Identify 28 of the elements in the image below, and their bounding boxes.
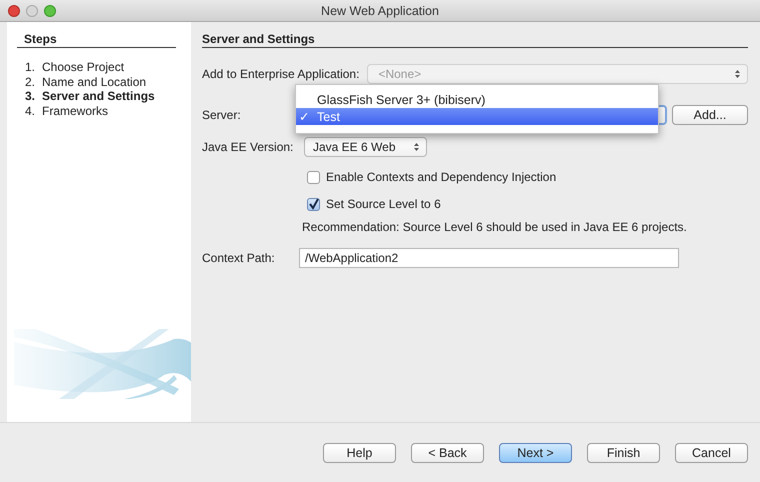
step-number: 2.: [25, 74, 36, 89]
step-label: Choose Project: [42, 60, 124, 74]
menu-option[interactable]: ✓ Test: [296, 108, 658, 125]
checkbox-label: Set Source Level to 6: [326, 197, 441, 211]
dialog-button[interactable]: Help: [323, 442, 396, 462]
step-label: Frameworks: [42, 104, 108, 118]
context-path-field[interactable]: /WebApplication2: [299, 248, 679, 268]
next-button[interactable]: Next >: [499, 442, 572, 462]
step-number: 3.: [25, 89, 36, 104]
java-ee-select[interactable]: Java EE 6 Web: [304, 137, 427, 157]
add-button[interactable]: Add...: [672, 105, 748, 125]
menu-option[interactable]: GlassFish Server 3+ (bibiserv): [296, 91, 658, 108]
recommendation-text: Recommendation: Source Level 6 should be used in Java EE 6 projects.: [302, 220, 687, 234]
dialog-button[interactable]: < Back: [411, 442, 484, 462]
step-label: Server and Settings: [42, 89, 155, 104]
steps-heading: Steps: [24, 32, 57, 46]
field-label: Context Path:: [202, 251, 276, 265]
dialog-button[interactable]: Cancel: [675, 442, 748, 462]
step-number: 1.: [25, 60, 36, 74]
checkbox-label: Enable Contexts and Dependency Injection: [326, 170, 556, 184]
field-label: Add to Enterprise Application:: [202, 67, 360, 81]
field-label: Server:: [202, 108, 242, 122]
step-label: Name and Location: [42, 74, 146, 89]
window-title: New Web Application: [321, 4, 439, 18]
field-label: Java EE Version:: [202, 140, 294, 154]
step-number: 4.: [25, 104, 36, 118]
section-heading: Server and Settings: [202, 32, 315, 46]
dialog-button[interactable]: Finish: [587, 442, 660, 462]
